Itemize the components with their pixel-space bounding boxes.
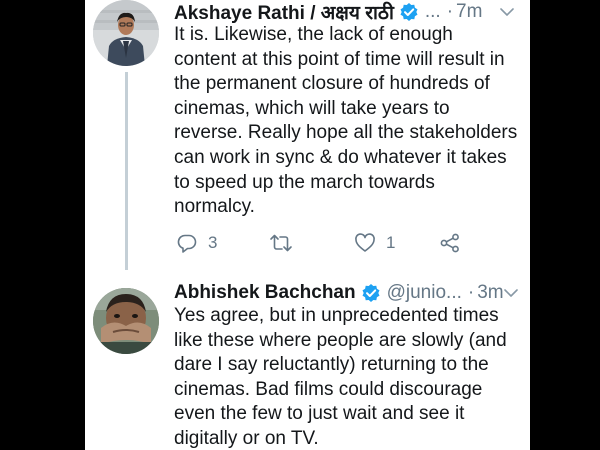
tweet-header: Akshaye Rathi / अक्षय राठी ... · 7m: [174, 0, 520, 24]
tweet-text-line: digitally or on TV.: [174, 427, 319, 449]
chevron-down-icon[interactable]: [503, 288, 524, 298]
tweet-text-line: like these where people are slowly (and: [174, 329, 507, 351]
separator-dot: ·: [467, 282, 475, 303]
avatar-photo-abhishek: [93, 288, 159, 354]
verified-badge-icon: [399, 2, 419, 22]
author-name[interactable]: Akshaye Rathi / अक्षय राठी: [174, 0, 394, 25]
tweet-text-line: the permanent closure of hundreds of: [174, 73, 490, 95]
verified-badge-icon: [361, 283, 381, 303]
author-name[interactable]: Abhishek Bachchan: [174, 282, 356, 304]
reply-count: 3: [208, 233, 218, 252]
like-count: 1: [386, 233, 396, 252]
tweet-text-line: content at this point of time will resul…: [174, 48, 505, 70]
retweet-button[interactable]: [269, 232, 303, 254]
separator-dot: ·: [446, 1, 454, 22]
tweet-text: Yes agree, but in unprecedented times li…: [174, 304, 514, 450]
tweet-text-line: cinemas. Bad films could discourage: [174, 378, 483, 400]
tweet-header: Abhishek Bachchan @junio... · 3m: [174, 281, 520, 305]
reply-button[interactable]: 3: [176, 232, 217, 254]
tweet-thread-card: Akshaye Rathi / अक्षय राठी ... · 7m It i…: [85, 0, 530, 450]
share-button[interactable]: [439, 232, 461, 254]
tweet-text-line: can work in sync & do whatever it takes: [174, 146, 507, 168]
tweet-text-line: reverse. Really hope all the stakeholder…: [174, 122, 518, 144]
tweet-text-line: to speed up the march towards: [174, 171, 435, 193]
author-handle[interactable]: @junio...: [387, 282, 462, 304]
author-handle-truncated[interactable]: ...: [425, 1, 441, 23]
tweet-timestamp[interactable]: 7m: [456, 1, 482, 23]
tweet-text-line: dare I say reluctantly) returning to the: [174, 354, 489, 376]
thread-connector-line: [125, 72, 128, 270]
share-icon: [439, 232, 461, 254]
tweet-text-line: normalcy.: [174, 196, 255, 218]
tweet-text-line: Yes agree, but in unprecedented times: [174, 305, 499, 326]
tweet-timestamp[interactable]: 3m: [477, 282, 503, 304]
avatar-photo-akshaye: [93, 0, 159, 66]
tweet-actions: 3 1: [174, 232, 514, 256]
like-button[interactable]: 1: [354, 232, 395, 254]
avatar[interactable]: [93, 0, 159, 66]
retweet-icon: [269, 232, 293, 254]
avatar[interactable]: [93, 288, 159, 354]
tweet-text: It is. Likewise, the lack of enough cont…: [174, 23, 518, 220]
tweet-text-line: It is. Likewise, the lack of enough: [174, 24, 453, 45]
heart-icon: [354, 232, 376, 254]
reply-icon: [176, 232, 198, 254]
tweet-text-line: cinemas, which will take years to: [174, 97, 450, 119]
tweet-text-line: even the few to just wait and see it: [174, 403, 465, 425]
chevron-down-icon[interactable]: [500, 7, 520, 17]
